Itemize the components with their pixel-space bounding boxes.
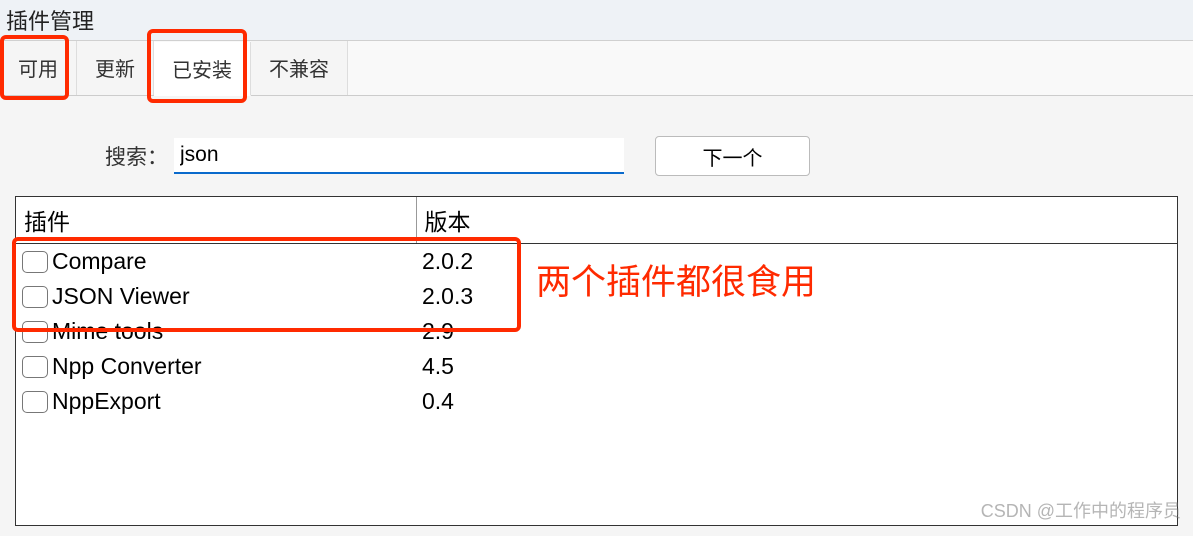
tab-update[interactable]: 更新 [77, 41, 154, 95]
next-button[interactable]: 下一个 [655, 136, 810, 176]
search-label: 搜索： [105, 141, 168, 171]
content-area: 搜索： 下一个 插件 版本 Compare 2.0.2 JSON Viewer … [0, 96, 1193, 536]
plugin-name: Npp Converter [52, 353, 202, 380]
col-version-header[interactable]: 版本 [416, 197, 1177, 244]
table-row[interactable]: NppExport 0.4 [16, 384, 1177, 419]
checkbox-icon[interactable] [22, 321, 48, 343]
tab-available[interactable]: 可用 [0, 41, 77, 95]
plugin-name: NppExport [52, 388, 161, 415]
annotation-text: 两个插件都很食用 [536, 254, 816, 305]
tab-installed[interactable]: 已安装 [154, 42, 251, 96]
table-row[interactable]: Npp Converter 4.5 [16, 349, 1177, 384]
search-row: 搜索： 下一个 [105, 136, 1183, 176]
plugin-name: Compare [52, 248, 147, 275]
plugin-name: Mime tools [52, 318, 163, 345]
checkbox-icon[interactable] [22, 391, 48, 413]
plugin-version: 4.5 [416, 349, 1177, 384]
tab-bar: 可用 更新 已安装 不兼容 [0, 41, 1193, 96]
plugin-table: 插件 版本 Compare 2.0.2 JSON Viewer 2.0.3 Mi… [15, 196, 1178, 526]
watermark-text: CSDN @工作中的程序员 [981, 497, 1181, 523]
tab-incompatible[interactable]: 不兼容 [251, 41, 348, 95]
plugin-name: JSON Viewer [52, 283, 190, 310]
col-plugin-header[interactable]: 插件 [16, 197, 416, 244]
table-row[interactable]: Mime tools 2.9 [16, 314, 1177, 349]
checkbox-icon[interactable] [22, 286, 48, 308]
window-title: 插件管理 [0, 0, 1193, 41]
search-input[interactable] [174, 138, 624, 174]
checkbox-icon[interactable] [22, 251, 48, 273]
checkbox-icon[interactable] [22, 356, 48, 378]
plugin-version: 0.4 [416, 384, 1177, 419]
plugin-version: 2.9 [416, 314, 1177, 349]
